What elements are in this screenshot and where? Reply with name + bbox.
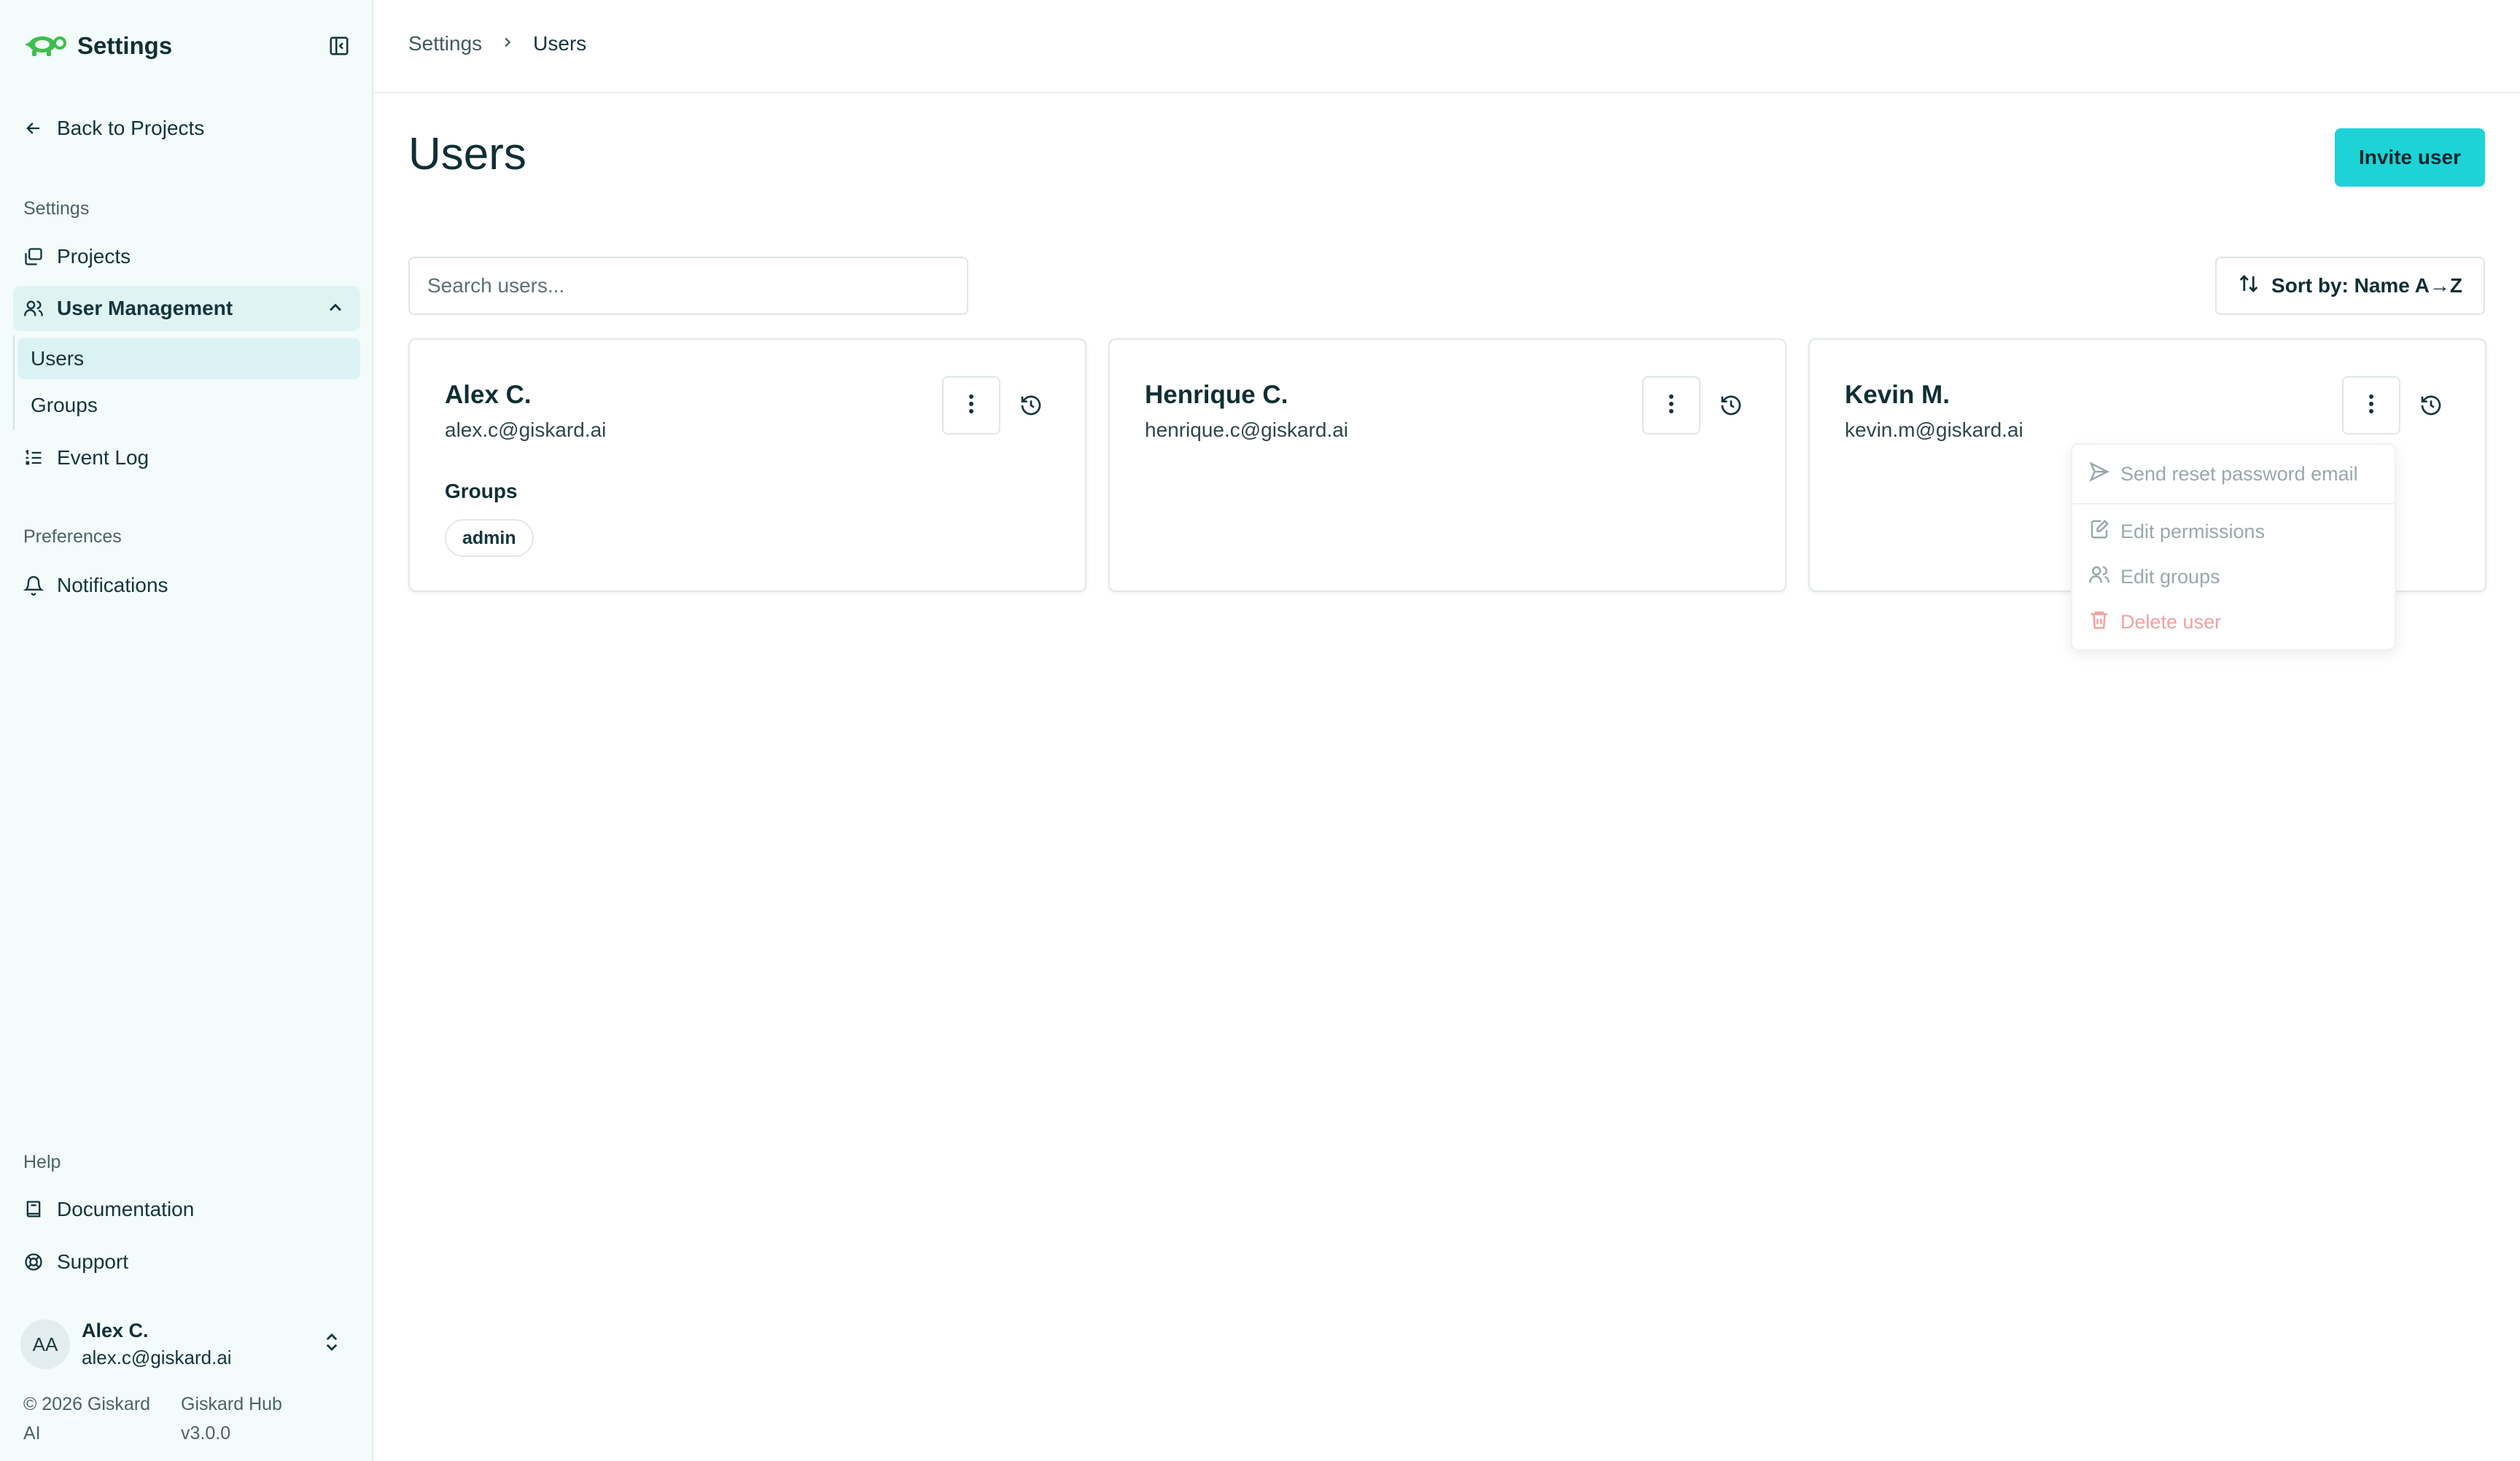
arrow-left-icon [22,117,45,140]
user-actions-button[interactable] [1642,376,1700,435]
invite-user-button[interactable]: Invite user [2335,128,2485,187]
sidebar-collapse-icon[interactable] [327,34,351,58]
sidebar-item-notifications[interactable]: Notifications [13,563,360,608]
edit-permissions-item[interactable]: Edit permissions [2088,515,2265,548]
more-vertical-icon [1668,394,1675,418]
menu-item-label: Delete user [2120,610,2222,633]
chevron-right-icon [499,32,516,55]
submenu-guide-line [13,335,15,430]
menu-item-label: Send reset password email [2120,462,2358,485]
users-icon [22,297,45,320]
user-card: Henrique C. henrique.c@giskard.ai [1108,338,1786,592]
sidebar-item-label: Projects [57,245,131,268]
sidebar-item-label: Notifications [57,574,168,596]
footer-version: Giskard Hub v3.0.0 [181,1390,282,1448]
brand-title: Settings [77,32,173,59]
stack-icon [22,245,45,268]
history-icon[interactable] [1716,391,1746,420]
sidebar-item-support[interactable]: Support [13,1239,360,1285]
sidebar-item-label: Documentation [57,1198,195,1220]
book-icon [22,1198,45,1221]
sidebar-item-users[interactable]: Users [18,338,360,379]
sidebar-item-event-log[interactable]: Event Log [13,435,360,480]
user-email: henrique.c@giskard.ai [1145,418,1349,441]
chevrons-up-down-icon [321,1331,343,1357]
history-icon[interactable] [2416,391,2446,420]
lifebuoy-icon [22,1250,45,1274]
menu-divider [2072,503,2395,504]
preferences-section-label: Preferences [23,526,122,547]
edit-icon [2088,518,2110,545]
user-name: Alex C. [445,381,532,409]
breadcrumb-settings-link[interactable]: Settings [408,32,482,55]
brand: Settings [22,29,172,63]
user-actions-button[interactable] [942,376,1000,435]
user-email: alex.c@giskard.ai [445,418,607,441]
avatar: AA [20,1320,70,1369]
sidebar-item-label: Support [57,1250,129,1273]
users-icon [2088,564,2110,591]
list-icon [22,446,45,470]
user-name: Kevin M. [1845,381,1950,409]
delete-user-item[interactable]: Delete user [2088,606,2221,638]
groups-label: Groups [445,480,518,502]
turtle-logo-icon [22,31,67,61]
user-card: Alex C. alex.c@giskard.ai Groups admin [408,338,1086,592]
product-version: v3.0.0 [181,1423,231,1444]
sort-icon [2238,273,2260,300]
menu-item-label: Edit groups [2120,565,2220,588]
current-user-menu[interactable]: AA Alex C. alex.c@giskard.ai [20,1317,353,1372]
more-vertical-icon [2368,394,2375,418]
footer-copyright: © 2026 Giskard AI [23,1390,150,1448]
current-user-email: alex.c@giskard.ai [82,1347,232,1368]
chevron-up-icon [325,297,346,323]
bell-icon [22,574,45,597]
group-badge: admin [445,519,534,557]
sort-button[interactable]: Sort by: Name A→Z [2215,257,2485,315]
copyright-line: AI [23,1423,41,1444]
sidebar-item-label: User Management [57,297,233,319]
help-section-label: Help [23,1152,61,1172]
copyright-line: © 2026 Giskard [23,1394,151,1414]
user-actions-menu: Send reset password email Edit permissio… [2071,443,2396,650]
search-input[interactable] [408,257,968,315]
send-reset-password-item[interactable]: Send reset password email [2088,458,2358,490]
back-to-projects-label: Back to Projects [57,117,205,139]
settings-section-label: Settings [23,198,90,219]
user-name: Henrique C. [1145,381,1288,409]
sidebar-item-groups[interactable]: Groups [18,385,360,426]
sidebar-item-user-management[interactable]: User Management [13,286,360,331]
user-email: kevin.m@giskard.ai [1845,418,2023,441]
breadcrumb: Settings Users [408,32,586,55]
trash-icon [2088,609,2110,636]
send-icon [2088,461,2110,488]
user-actions-button[interactable] [2342,376,2400,435]
sidebar-item-documentation[interactable]: Documentation [13,1187,360,1232]
edit-groups-item[interactable]: Edit groups [2088,561,2220,593]
current-user-name: Alex C. [82,1320,149,1341]
topbar: Settings Users [373,0,2520,93]
history-icon[interactable] [1016,391,1046,420]
page-title: Users [408,129,526,179]
breadcrumb-current: Users [533,32,587,55]
more-vertical-icon [968,394,975,418]
product-name: Giskard Hub [181,1394,282,1414]
sidebar: Settings Back to Projects Settings Proje… [0,0,373,1461]
sort-label: Sort by: Name A→Z [2271,274,2462,297]
sidebar-item-label: Event Log [57,446,149,469]
sidebar-item-projects[interactable]: Projects [13,234,360,279]
back-to-projects-link[interactable]: Back to Projects [13,106,360,151]
menu-item-label: Edit permissions [2120,520,2266,542]
